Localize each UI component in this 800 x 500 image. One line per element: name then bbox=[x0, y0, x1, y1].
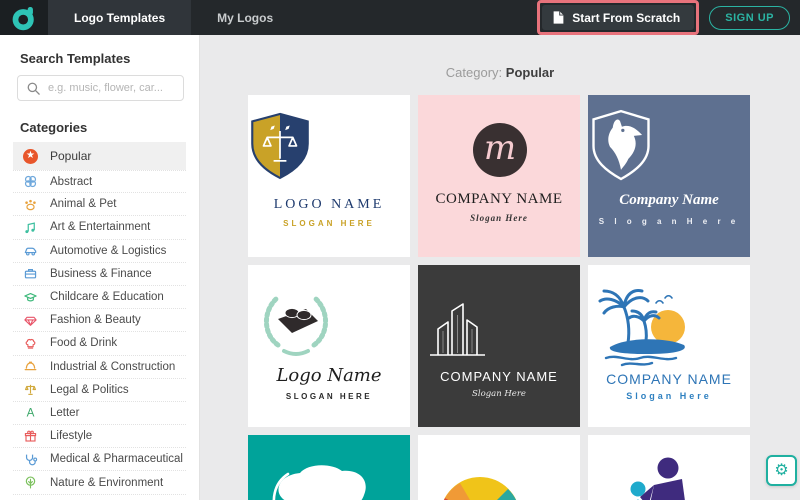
abstract-icon bbox=[23, 174, 38, 189]
graduation-cap-icon bbox=[23, 290, 38, 305]
template-card-monogram-m[interactable]: m COMPANY NAME Slogan Here bbox=[418, 95, 580, 257]
tab-my-logos[interactable]: My Logos bbox=[191, 0, 299, 35]
briefcase-icon bbox=[23, 266, 38, 281]
template-card-justice-shield[interactable]: LOGO NAME SLOGAN HERE bbox=[248, 95, 410, 257]
sidebar-item-industrial-construction[interactable]: Industrial & Construction bbox=[13, 356, 186, 379]
logo-slogan-text: Slogan Here bbox=[418, 389, 580, 399]
reading-figures-icon bbox=[588, 453, 712, 500]
sidebar-item-abstract[interactable]: Abstract bbox=[13, 170, 186, 193]
sidebar-item-animal-pet[interactable]: Animal & Pet bbox=[13, 193, 186, 216]
sidebar-item-food-drink[interactable]: Food & Drink bbox=[13, 332, 186, 355]
sidebar-item-fashion-beauty[interactable]: Fashion & Beauty bbox=[13, 309, 186, 332]
gift-icon bbox=[23, 429, 38, 444]
search-input[interactable] bbox=[48, 82, 175, 94]
tab-label: My Logos bbox=[217, 11, 273, 25]
logo-slogan-text: Slogan Here bbox=[588, 391, 750, 401]
template-card-buildings[interactable]: COMPANY NAME Slogan Here bbox=[418, 265, 580, 427]
navbar-right-group: Start From Scratch SIGN UP bbox=[537, 0, 800, 35]
template-card-ball-hand[interactable] bbox=[418, 435, 580, 500]
scales-icon bbox=[23, 382, 38, 397]
start-from-scratch-button[interactable]: Start From Scratch bbox=[542, 5, 694, 30]
start-from-scratch-label: Start From Scratch bbox=[572, 11, 680, 25]
main-content: Category: Popular bbox=[200, 35, 800, 500]
logo-name-text: COMPANY NAME bbox=[418, 191, 580, 208]
search-icon bbox=[26, 81, 41, 96]
logo-name-text: LOGO NAME bbox=[248, 197, 410, 213]
sidebar-item-letter[interactable]: A Letter bbox=[13, 402, 186, 425]
logo-name-text: COMPANY NAME bbox=[588, 371, 750, 387]
template-card-wolf-shield[interactable]: Company Name S l o g a n H e r e bbox=[588, 95, 750, 257]
logo-slogan-text: SLOGAN HERE bbox=[248, 219, 410, 228]
category-value: Popular bbox=[506, 65, 554, 80]
top-navbar: Logo Templates My Logos Start From Scrat… bbox=[0, 0, 800, 35]
monogram-circle-icon: m bbox=[473, 123, 527, 177]
logo-name-text: Company Name bbox=[588, 192, 750, 209]
template-card-laurel-wreath[interactable]: Logo Name SLOGAN HERE bbox=[248, 265, 410, 427]
sidebar-item-childcare-education[interactable]: Childcare & Education bbox=[13, 286, 186, 309]
template-card-palm-island[interactable]: COMPANY NAME Slogan Here bbox=[588, 265, 750, 427]
annotation-highlight-box: Start From Scratch bbox=[537, 0, 699, 35]
settings-fab[interactable]: ⚙ bbox=[766, 455, 797, 486]
tab-logo-templates[interactable]: Logo Templates bbox=[48, 0, 191, 35]
music-note-icon bbox=[23, 220, 38, 235]
justice-shield-icon bbox=[248, 111, 312, 183]
search-box[interactable] bbox=[17, 75, 184, 101]
sidebar-item-lifestyle[interactable]: Lifestyle bbox=[13, 425, 186, 448]
palm-island-icon bbox=[588, 279, 712, 371]
star-badge-icon: ★ bbox=[23, 149, 38, 164]
brand-logo[interactable] bbox=[0, 0, 48, 35]
wolf-shield-icon bbox=[588, 107, 654, 185]
laurel-wreath-icon bbox=[248, 283, 344, 359]
svg-text:A: A bbox=[27, 407, 35, 420]
gear-icon: ⚙ bbox=[774, 463, 788, 479]
sign-up-button[interactable]: SIGN UP bbox=[709, 6, 790, 30]
search-templates-heading: Search Templates bbox=[0, 51, 199, 66]
logo-name-text: Logo Name bbox=[248, 365, 410, 386]
category-header: Category: Popular bbox=[200, 65, 800, 81]
diamond-icon bbox=[23, 313, 38, 328]
template-grid: LOGO NAME SLOGAN HERE m COMPANY NAME Slo… bbox=[248, 95, 800, 500]
monogram-letter: m bbox=[484, 131, 516, 165]
paw-icon bbox=[23, 197, 38, 212]
stethoscope-icon bbox=[23, 452, 38, 467]
logo-slogan-text: S l o g a n H e r e bbox=[588, 217, 750, 226]
sidebar: Search Templates Categories ★ Popular bbox=[0, 35, 200, 500]
buildings-icon bbox=[418, 287, 496, 359]
sidebar-item-label: Popular bbox=[50, 149, 91, 163]
sidebar-item-legal-politics[interactable]: Legal & Politics bbox=[13, 379, 186, 402]
category-list: Abstract Animal & Pet Art & Entertainmen… bbox=[13, 170, 186, 495]
categories-heading: Categories bbox=[0, 120, 199, 135]
sidebar-item-nature-environment[interactable]: Nature & Environment bbox=[13, 471, 186, 494]
designevo-d-icon bbox=[11, 5, 37, 31]
logo-slogan-text: Slogan Here bbox=[418, 213, 580, 223]
tooth-icon bbox=[248, 455, 388, 500]
sidebar-item-art-entertainment[interactable]: Art & Entertainment bbox=[13, 216, 186, 239]
template-card-tooth[interactable] bbox=[248, 435, 410, 500]
letter-a-icon: A bbox=[23, 405, 38, 420]
car-icon bbox=[23, 243, 38, 258]
ball-hand-icon bbox=[418, 455, 542, 500]
sidebar-item-automotive-logistics[interactable]: Automotive & Logistics bbox=[13, 240, 186, 263]
sidebar-item-business-finance[interactable]: Business & Finance bbox=[13, 263, 186, 286]
sidebar-item-popular[interactable]: ★ Popular bbox=[13, 142, 186, 170]
category-label: Category: bbox=[446, 65, 502, 80]
sidebar-item-medical-pharmaceutical[interactable]: Medical & Pharmaceutical bbox=[13, 448, 186, 471]
logo-slogan-text: SLOGAN HERE bbox=[248, 392, 410, 401]
template-card-reading-figures[interactable] bbox=[588, 435, 750, 500]
app-window: Logo Templates My Logos Start From Scrat… bbox=[0, 0, 800, 500]
chef-hat-icon bbox=[23, 336, 38, 351]
tab-label: Logo Templates bbox=[74, 11, 165, 25]
tree-icon bbox=[23, 475, 38, 490]
logo-name-text: COMPANY NAME bbox=[418, 369, 580, 384]
document-icon bbox=[552, 10, 565, 25]
hard-hat-icon bbox=[23, 359, 38, 374]
